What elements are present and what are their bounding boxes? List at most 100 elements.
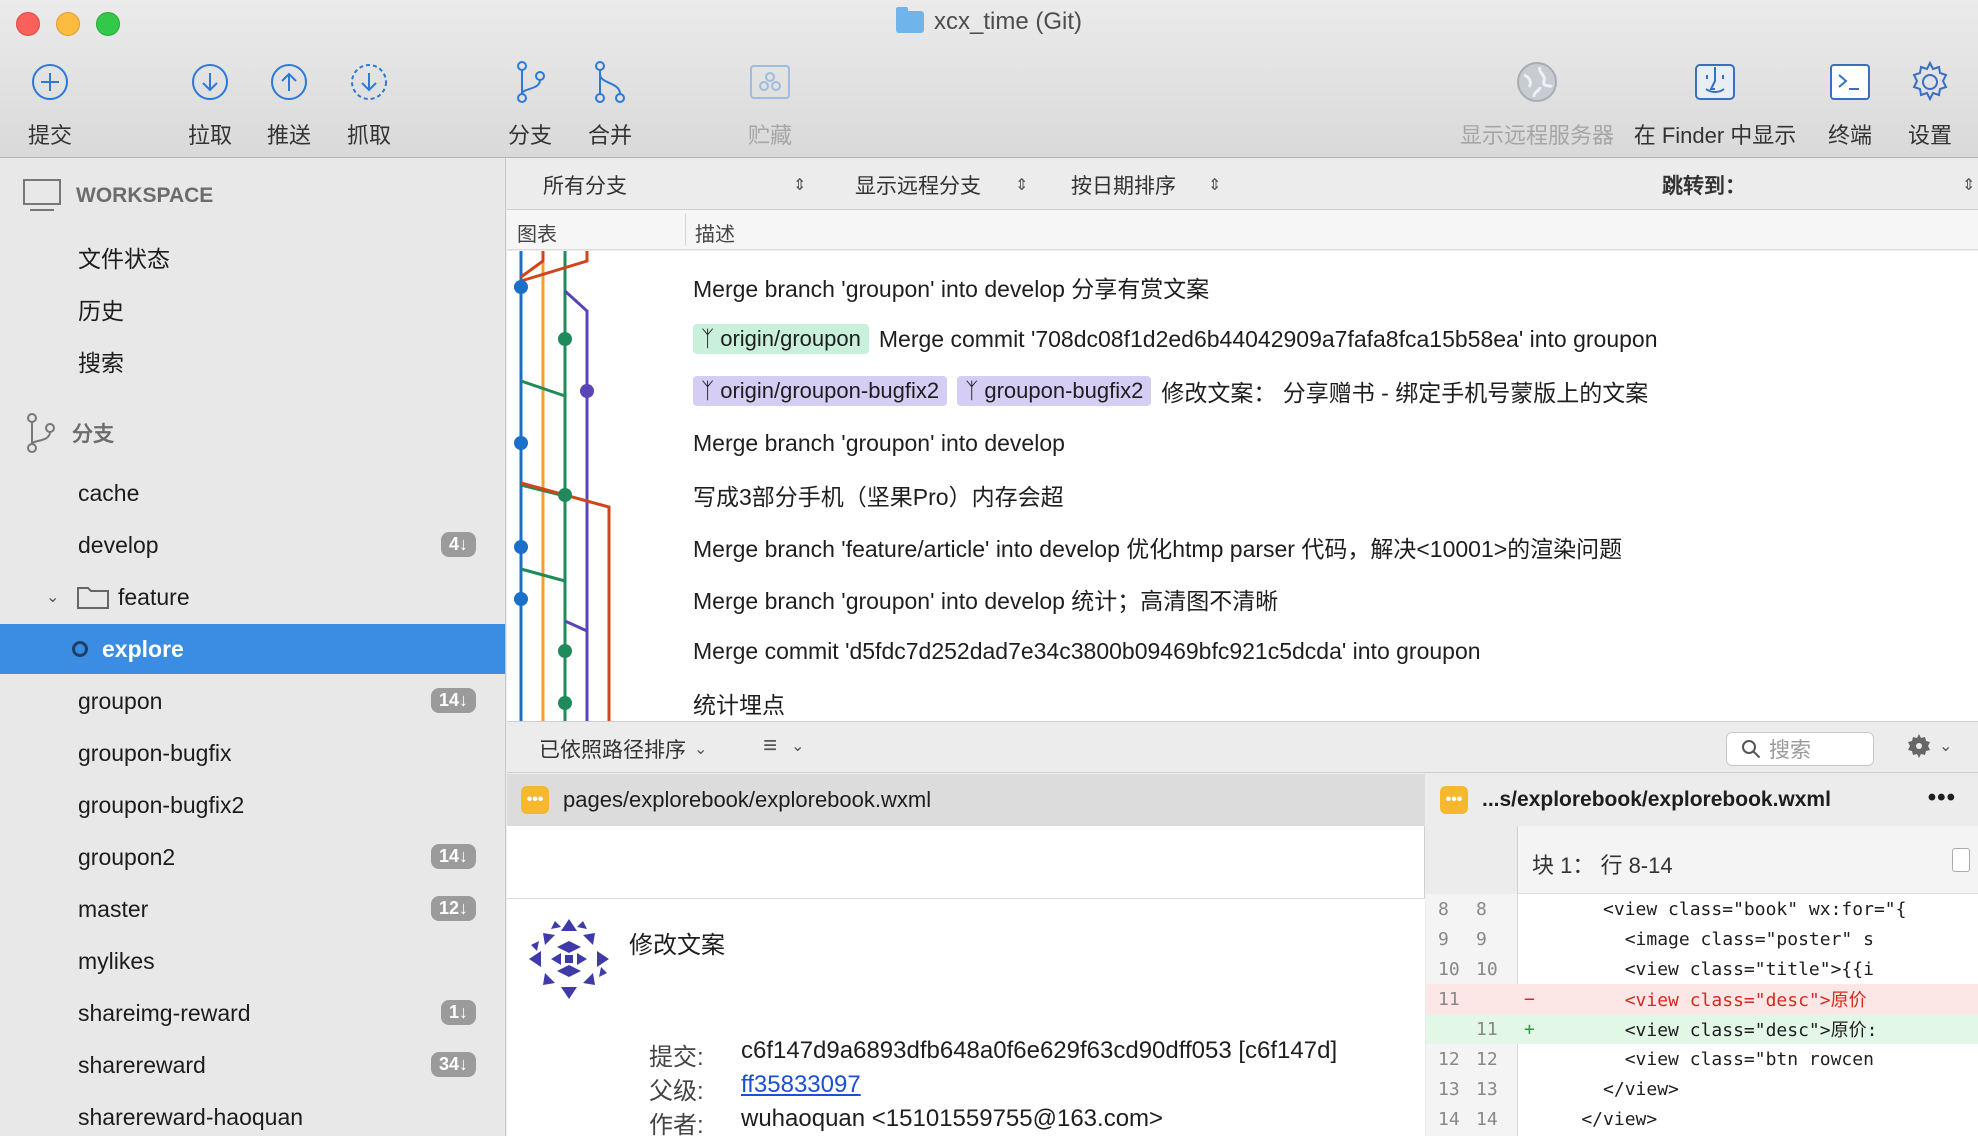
new-line-number: 9 (1476, 928, 1487, 950)
parent-commit-link[interactable]: ff35833097 (741, 1071, 861, 1106)
diff-code: 8 8 <view class="book" wx:for="{ 9 9 <imag… (1426, 894, 1978, 1136)
sidebar-item-history[interactable]: 历史 (0, 284, 505, 334)
chevron-down-icon[interactable]: ⌄ (46, 587, 76, 607)
commit-row[interactable]: ᛉ origin/groupon-bugfix2 ᛉ groupon-bugfix2… (693, 365, 1648, 417)
old-line-number: 12 (1438, 1048, 1460, 1070)
author-value: wuhaoquan <15101559755@163.com> (741, 1105, 1164, 1132)
fetch-button[interactable]: 抓取 (314, 60, 424, 150)
commit-message: 统计埋点 (693, 692, 785, 718)
sidebar-branch-groupon2[interactable]: groupon2 14↓ (0, 832, 505, 882)
branch-label: groupon2 (78, 843, 176, 870)
branch-label: shareimg-reward (78, 999, 251, 1026)
history-filter-bar: 所有分支 ⇕ 显示远程分支 ⇕ 按日期排序 ⇕ 跳转到： ⇕ (507, 158, 1978, 210)
code-text: <view class="desc">原价 (1538, 990, 1867, 1011)
diff-line-added: 11 + <view class="desc">原价: (1426, 1014, 1978, 1044)
sidebar-branch-shareimg-reward[interactable]: shareimg-reward 1↓ (0, 988, 505, 1038)
commit-row[interactable]: Merge commit 'd5fdc7d252dad7e34c3800b094… (693, 625, 1481, 677)
diff-file-path: ...s/explorebook/explorebook.wxml (1482, 788, 1831, 811)
merge-label: 合并 (587, 123, 632, 148)
graph-column-header[interactable]: 图表 (517, 218, 557, 247)
changed-files-pane: ••• pages/explorebook/explorebook.wxml 修… (507, 774, 1425, 1136)
workspace-header[interactable]: WORKSPACE (22, 178, 213, 214)
new-line-number: 11 (1476, 1018, 1498, 1040)
sidebar-branch-mylikes[interactable]: mylikes (0, 936, 505, 986)
commit-message: Merge branch 'groupon' into develop 分享有赏… (693, 276, 1210, 302)
commit-history-list: Merge branch 'groupon' into develop 分享有赏… (507, 251, 1978, 721)
new-line-number: 12 (1476, 1048, 1498, 1070)
description-column-header[interactable]: 描述 (695, 218, 735, 247)
fetch-icon (347, 60, 391, 104)
local-branch-tag[interactable]: ᛉ groupon-bugfix2 (957, 376, 1152, 406)
branch-icon: ᛉ (701, 326, 715, 351)
new-line-number: 14 (1476, 1108, 1498, 1130)
search-placeholder: 搜索 (1769, 739, 1811, 762)
search-icon (1742, 740, 1761, 759)
commit-row[interactable]: Merge branch 'groupon' into develop (693, 417, 1065, 469)
stash-button[interactable]: 贮藏 (715, 60, 825, 150)
remote-branch-tag[interactable]: ᛉ origin/groupon-bugfix2 (693, 376, 948, 406)
sort-by-path-select[interactable]: 已依照路径排序 ⌄ (539, 734, 707, 764)
commit-row[interactable]: 统计埋点 (693, 677, 785, 721)
column-divider[interactable] (685, 214, 686, 246)
branches-header[interactable]: 分支 (22, 412, 114, 454)
sidebar-branch-sharereward-haoquan[interactable]: sharereward-haoquan (0, 1092, 505, 1136)
new-line-number: 13 (1476, 1078, 1498, 1100)
plus-circle-icon (28, 60, 72, 104)
code-text: <view class="title">{{i (1538, 958, 1874, 980)
commit-row[interactable]: Merge branch 'feature/article' into deve… (693, 521, 1622, 573)
commit-button[interactable]: 提交 (0, 60, 105, 150)
options-menu-button[interactable]: ⌄ (1905, 732, 1952, 760)
file-path: pages/explorebook/explorebook.wxml (563, 787, 932, 812)
remote-branch-tag[interactable]: ᛉ origin/groupon (693, 324, 869, 354)
behind-count-badge: 34↓ (430, 1052, 476, 1077)
commit-row[interactable]: Merge branch 'groupon' into develop 统计；高… (693, 573, 1278, 625)
branch-icon: ᛉ (965, 378, 979, 403)
behind-count-badge: 12↓ (430, 896, 476, 921)
sidebar-branch-groupon-bugfix2[interactable]: groupon-bugfix2 (0, 780, 505, 830)
code-text: <view class="btn rowcen (1538, 1048, 1874, 1070)
branch-label: sharereward-haoquan (78, 1103, 304, 1130)
diff-marker: + (1524, 1018, 1535, 1040)
tag-label: origin/groupon (720, 326, 861, 351)
sidebar-item-file-status[interactable]: 文件状态 (0, 232, 505, 282)
commit-message: Merge branch 'groupon' into develop (693, 429, 1065, 456)
settings-button[interactable]: 设置 (1875, 60, 1978, 150)
sidebar-branch-master[interactable]: master 12↓ (0, 884, 505, 934)
jump-to-select[interactable]: 跳转到： ⇕ (1662, 170, 1975, 200)
sort-label: 按日期排序 (1071, 175, 1176, 198)
remote-filter-select[interactable]: 显示远程分支 ⇕ (855, 170, 1028, 200)
sourcetree-window: xcx_time (Git) 提交 拉取 推送 抓取 分支 合并 贮藏 显示远程… (0, 0, 1978, 1136)
more-options-icon[interactable]: ••• (1928, 784, 1956, 812)
sort-select[interactable]: 按日期排序 ⇕ (1071, 170, 1221, 200)
file-row[interactable]: ••• pages/explorebook/explorebook.wxml (507, 774, 1425, 826)
sidebar-branch-sharereward[interactable]: sharereward 34↓ (0, 1040, 505, 1090)
sidebar-branch-groupon-bugfix[interactable]: groupon-bugfix (0, 728, 505, 778)
branch-filter-label: 所有分支 (543, 175, 627, 198)
merge-button[interactable]: 合并 (555, 60, 665, 150)
commit-hash-label: 提交: (649, 1044, 704, 1071)
commit-message: 修改文案： 分享赠书 - 绑定手机号蒙版上的文案 (1161, 380, 1649, 406)
sidebar-branch-cache[interactable]: cache (0, 468, 505, 518)
stage-hunk-button[interactable] (1952, 848, 1970, 872)
remote-filter-label: 显示远程分支 (855, 175, 981, 198)
tag-label: origin/groupon-bugfix2 (720, 378, 940, 403)
sidebar-branch-groupon[interactable]: groupon 14↓ (0, 676, 505, 726)
diff-file-header: ••• ...s/explorebook/explorebook.wxml ••… (1426, 774, 1978, 826)
globe-icon (1515, 60, 1559, 104)
sidebar-folder-feature[interactable]: ⌄ feature (0, 572, 505, 622)
commit-row[interactable]: ᛉ origin/groupon Merge commit '708dc08f1d… (693, 313, 1657, 365)
current-branch-circle-icon (72, 641, 88, 657)
branch-filter-select[interactable]: 所有分支 ⇕ (543, 170, 806, 200)
sidebar-branch-explore[interactable]: explore (0, 624, 505, 674)
behind-count-badge: 4↓ (440, 532, 476, 557)
sidebar-branch-develop[interactable]: develop 4↓ (0, 520, 505, 570)
commit-row[interactable]: Merge branch 'groupon' into develop 分享有赏… (693, 261, 1209, 313)
show-remote-button[interactable]: 显示远程服务器 (1427, 60, 1647, 150)
commit-row[interactable]: 写成3部分手机（坚果Pro）内存会超 (693, 469, 1064, 521)
sidebar-item-search[interactable]: 搜索 (0, 336, 505, 386)
file-search-input[interactable]: 搜索 (1726, 732, 1874, 766)
view-mode-select[interactable]: ≡ ⌄ (763, 732, 804, 760)
show-in-finder-button[interactable]: 在 Finder 中显示 (1615, 60, 1815, 150)
workspace-header-label: WORKSPACE (76, 184, 214, 207)
arrow-down-circle-icon (188, 60, 232, 104)
